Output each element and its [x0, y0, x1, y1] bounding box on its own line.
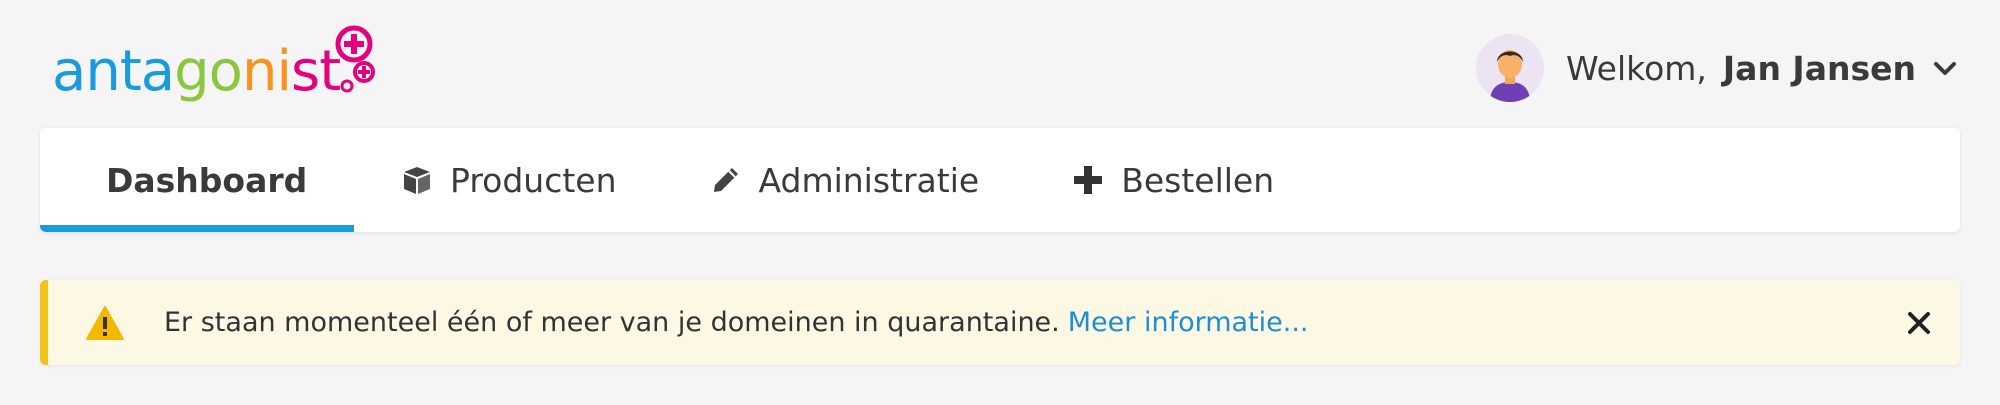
welcome-text: Welkom, — [1565, 48, 1707, 88]
pencil-icon — [713, 168, 738, 192]
alert-message: Er staan momenteel één of meer van je do… — [164, 307, 1060, 338]
close-icon[interactable] — [1904, 308, 1934, 338]
tab-label: Administratie — [758, 160, 980, 200]
logo-bubbles-icon — [335, 25, 375, 93]
tab-label: Producten — [450, 160, 617, 200]
quarantine-alert: Er staan momenteel één of meer van je do… — [40, 280, 1960, 365]
user-name[interactable]: Jan Jansen — [1723, 49, 1916, 88]
tab-label: Dashboard — [106, 160, 308, 200]
tab-producten[interactable]: Producten — [402, 128, 617, 232]
plus-icon — [1074, 166, 1103, 194]
more-info-link[interactable]: Meer informatie... — [1068, 307, 1309, 338]
box-icon — [404, 167, 430, 194]
antagonist-logo[interactable]: antagonist — [52, 24, 382, 114]
tab-administratie[interactable]: Administratie — [711, 128, 980, 232]
user-menu[interactable]: Welkom, Jan Jansen — [1475, 34, 1958, 102]
tab-dashboard[interactable]: Dashboard — [40, 128, 354, 232]
tab-bestellen[interactable]: Bestellen — [1073, 128, 1274, 232]
tab-label: Bestellen — [1121, 160, 1275, 200]
main-nav: Dashboard Producten Administratie Bestel… — [40, 128, 1960, 232]
chevron-down-icon[interactable] — [1932, 55, 1958, 81]
warning-icon — [86, 305, 124, 340]
avatar-person-icon[interactable] — [1475, 34, 1544, 102]
